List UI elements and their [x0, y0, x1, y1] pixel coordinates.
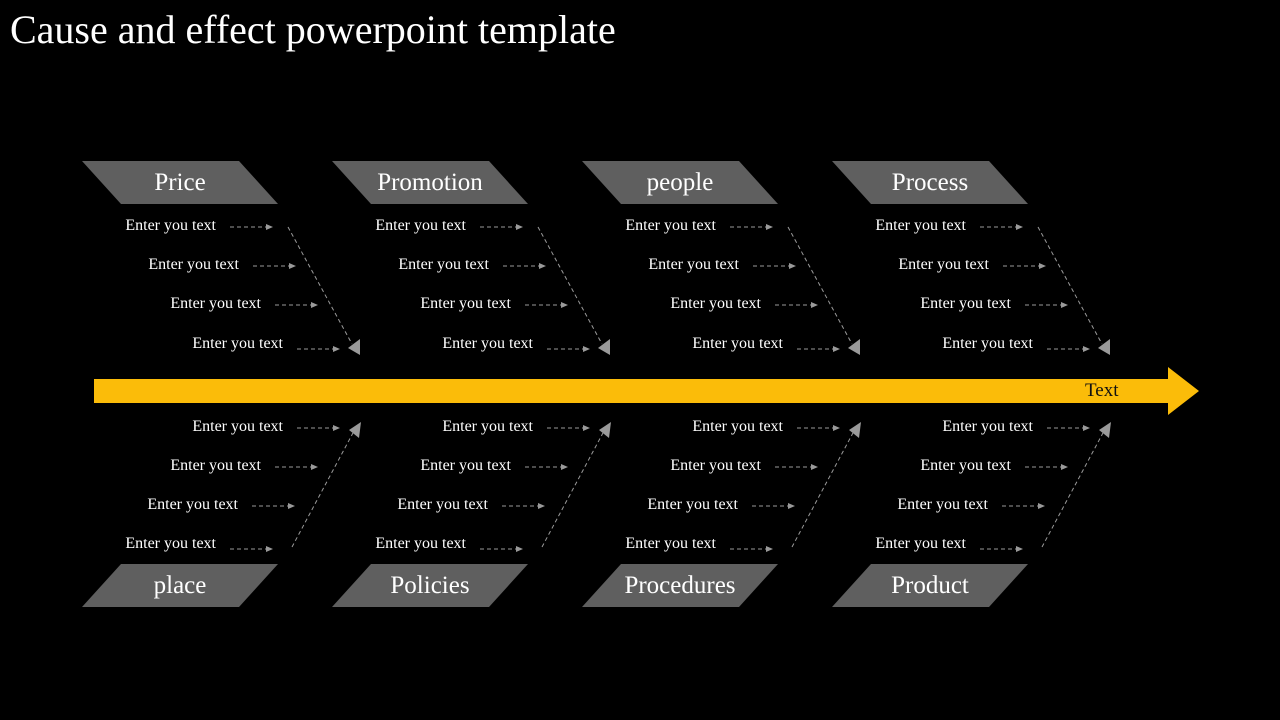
bone-line [787, 226, 853, 345]
cause-item: Enter you text [375, 217, 466, 234]
cause-item: Enter you text [898, 256, 989, 273]
category-bottom-0: place [82, 564, 278, 607]
cause-item: Enter you text [148, 256, 239, 273]
cause-arrow-head [766, 546, 773, 552]
cause-arrow-head [311, 464, 318, 470]
cause-item: Enter you text [625, 217, 716, 234]
cause-item: Enter you text [670, 457, 761, 474]
bone-arrow-head [598, 339, 610, 355]
cause-item: Enter you text [420, 295, 511, 312]
cause-arrow-head [766, 224, 773, 230]
cause-item: Enter you text [398, 256, 489, 273]
bone-arrow-head [848, 339, 860, 355]
cause-arrow-head [1038, 503, 1045, 509]
cause-arrow-head [538, 503, 545, 509]
cause-item: Enter you text [648, 256, 739, 273]
category-bottom-2: Procedures [582, 564, 778, 607]
cause-arrow-head [288, 503, 295, 509]
category-label: Price [154, 169, 206, 196]
cause-arrow-head [1083, 346, 1090, 352]
cause-arrow-head [1039, 263, 1046, 269]
cause-arrow-head [583, 425, 590, 431]
category-label: place [153, 572, 207, 599]
cause-item: Enter you text [125, 217, 216, 234]
bone-arrow-head [1099, 422, 1111, 438]
cause-arrow-head [788, 503, 795, 509]
cause-arrow-head [811, 464, 818, 470]
bone-line [1041, 430, 1105, 548]
cause-item: Enter you text [192, 335, 283, 352]
cause-arrow-head [1016, 546, 1023, 552]
bone-line [287, 226, 353, 345]
cause-arrow-head [561, 464, 568, 470]
category-label: Procedures [624, 572, 736, 599]
cause-arrow-head [1061, 464, 1068, 470]
cause-item: Enter you text [875, 217, 966, 234]
category-label: Product [891, 572, 969, 599]
cause-arrow-head [1061, 302, 1068, 308]
cause-item: Enter you text [670, 295, 761, 312]
cause-arrow-head [811, 302, 818, 308]
bone-line [1037, 226, 1103, 345]
effect-label: Text [1085, 380, 1119, 401]
cause-item: Enter you text [375, 535, 466, 552]
fishbone-diagram [94, 224, 1199, 552]
cause-item: Enter you text [920, 457, 1011, 474]
cause-item: Enter you text [170, 457, 261, 474]
cause-arrow-head [516, 224, 523, 230]
bone-line [541, 430, 605, 548]
cause-arrow-head [1083, 425, 1090, 431]
category-label: people [646, 169, 714, 196]
cause-item: Enter you text [442, 418, 533, 435]
cause-arrow-head [833, 425, 840, 431]
bone-line [291, 430, 355, 548]
category-bottom-3: Product [832, 564, 1028, 607]
cause-item: Enter you text [942, 418, 1033, 435]
bone-arrow-head [849, 422, 861, 438]
cause-item: Enter you text [942, 335, 1033, 352]
cause-arrow-head [789, 263, 796, 269]
bone-arrow-head [1098, 339, 1110, 355]
cause-item: Enter you text [625, 535, 716, 552]
category-top-0: Price [82, 161, 278, 204]
category-label: Process [891, 169, 969, 196]
category-bottom-1: Policies [332, 564, 528, 607]
category-label: Promotion [377, 169, 483, 196]
cause-item: Enter you text [170, 295, 261, 312]
category-top-1: Promotion [332, 161, 528, 204]
cause-item: Enter you text [875, 535, 966, 552]
cause-arrow-head [311, 302, 318, 308]
cause-item: Enter you text [420, 457, 511, 474]
bone-line [537, 226, 603, 345]
cause-arrow-head [289, 263, 296, 269]
cause-item: Enter you text [692, 335, 783, 352]
cause-arrow-head [266, 224, 273, 230]
cause-arrow-head [583, 346, 590, 352]
bone-line [791, 430, 855, 548]
cause-arrow-head [266, 546, 273, 552]
bone-arrow-head [599, 422, 611, 438]
bone-arrow-head [348, 339, 360, 355]
category-top-3: Process [832, 161, 1028, 204]
bone-arrow-head [349, 422, 361, 438]
cause-item: Enter you text [920, 295, 1011, 312]
cause-arrow-head [333, 346, 340, 352]
category-top-2: people [582, 161, 778, 204]
cause-item: Enter you text [692, 418, 783, 435]
cause-item: Enter you text [192, 418, 283, 435]
cause-arrow-head [1016, 224, 1023, 230]
cause-arrow-head [561, 302, 568, 308]
spine-arrow [94, 367, 1199, 415]
cause-item: Enter you text [397, 496, 488, 513]
cause-item: Enter you text [125, 535, 216, 552]
cause-arrow-head [333, 425, 340, 431]
cause-item: Enter you text [442, 335, 533, 352]
category-label: Policies [390, 572, 470, 599]
cause-arrow-head [539, 263, 546, 269]
cause-item: Enter you text [647, 496, 738, 513]
cause-item: Enter you text [897, 496, 988, 513]
cause-arrow-head [833, 346, 840, 352]
cause-arrow-head [516, 546, 523, 552]
cause-item: Enter you text [147, 496, 238, 513]
